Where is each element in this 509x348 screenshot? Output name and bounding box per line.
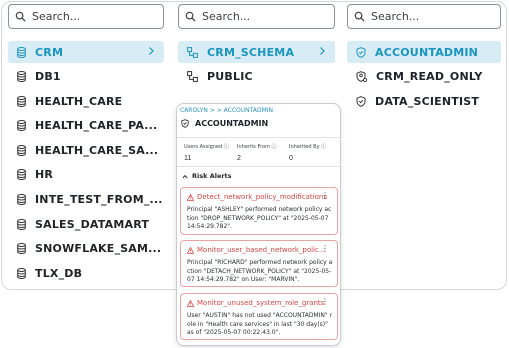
database-item-health-care[interactable]: HEALTH_CARE [8,90,164,112]
chevron-right-icon [320,47,325,55]
search-placeholder: Search... [371,10,420,23]
database-label: HEALTH_CARE [35,94,123,108]
role-label: ACCOUNTADMIN [375,45,479,59]
role-item-data-scientist[interactable]: DATA_SCIENTIST [347,90,501,112]
info-icon: ⓘ [223,144,229,150]
role-details-card: CAROLYN > > ACCOUNTADMIN ACCOUNTADMIN Us… [176,103,341,346]
card-title: ACCOUNTADMIN [195,119,269,128]
database-icon [17,95,26,107]
alert-description: User "AUSTIN" has not used "ACCOUNTADMIN… [187,312,333,336]
schema-item-crm-schema[interactable]: CRM_SCHEMA [178,41,335,63]
role-label: DATA_SCIENTIST [375,94,480,108]
warning-icon [187,193,194,201]
alert-description: Principal "RICHARD" performed network po… [187,259,333,283]
database-item-health-care-sa[interactable]: HEALTH_CARE_SA... [8,139,164,161]
stat-inherits-from: Inherits From ⓘ 2 [237,143,277,162]
shield-icon [181,119,189,128]
database-label: TLX_DB [35,266,83,280]
warning-icon [187,299,194,307]
schema-icon [187,71,198,82]
stat-value: 2 [237,155,241,162]
search-placeholder: Search... [202,10,251,23]
more-options-icon[interactable]: ⋮ [321,298,329,306]
role-search-input[interactable]: Search... [347,4,501,29]
alert-name: Monitor_user_based_network_polic... [197,246,326,254]
search-icon [185,11,196,22]
stat-label: Inherited By [289,144,320,150]
database-label: INTE_TEST_FROM_... [35,193,163,207]
database-item-hr[interactable]: HR [8,164,164,186]
database-icon [17,194,26,206]
schema-label: CRM_SCHEMA [207,45,295,59]
alert-name: Detect_network_policy_modifications [197,193,327,201]
risk-alert[interactable]: Monitor_user_based_network_polic... ⋮ Pr… [180,240,338,287]
schema-label: PUBLIC [207,70,253,84]
database-label: CRM [35,45,64,59]
risk-alerts-toggle[interactable]: Risk Alerts [182,172,232,180]
stat-label: Inherits From [237,144,270,150]
role-item-crm-read-only[interactable]: CRM_READ_ONLY [347,66,501,88]
alert-name: Monitor_unused_system_role_grants [197,299,325,307]
database-search-input[interactable]: Search... [8,4,164,29]
search-icon [15,11,26,22]
search-icon [354,11,365,22]
database-item-crm[interactable]: CRM [8,41,164,63]
database-item-sales-datamart[interactable]: SALES_DATAMART [8,213,164,235]
chevron-up-icon [182,174,188,178]
database-label: HEALTH_CARE_PA... [35,119,158,133]
risk-alert[interactable]: Monitor_unused_system_role_grants ⋮ User… [180,293,338,340]
database-icon [17,71,26,83]
info-icon: ⓘ [321,144,327,150]
breadcrumb[interactable]: CAROLYN > > ACCOUNTADMIN [180,107,273,114]
database-icon [17,218,26,230]
database-label: SALES_DATAMART [35,217,150,231]
schema-icon [187,46,198,58]
database-icon [17,120,26,132]
role-label: CRM_READ_ONLY [376,70,483,84]
database-item-snowflake-sam[interactable]: SNOWFLAKE_SAM... [8,238,164,260]
schema-item-public[interactable]: PUBLIC [178,66,335,88]
shield-icon [356,95,366,107]
schema-search-input[interactable]: Search... [178,4,335,29]
database-icon [17,267,26,279]
database-label: HR [35,168,54,182]
database-label: DB1 [35,70,61,84]
database-item-tlx-db[interactable]: TLX_DB [8,262,164,284]
shield-icon [356,46,366,58]
database-item-health-care-pa[interactable]: HEALTH_CARE_PA... [8,115,164,137]
database-icon [17,243,26,255]
database-icon [17,144,26,156]
stat-value: 11 [184,155,192,162]
warning-icon [187,246,194,254]
database-item-db1[interactable]: DB1 [8,66,164,88]
role-item-accountadmin[interactable]: ACCOUNTADMIN [347,41,501,63]
alert-description: Principal "ASHLEY" performed network pol… [187,206,332,230]
stat-value: 0 [289,155,293,162]
database-icon [17,169,26,181]
card-header: ACCOUNTADMIN [181,119,268,128]
stat-inherited-by: Inherited By ⓘ 0 [289,143,326,162]
more-options-icon[interactable]: ⋮ [321,245,329,253]
database-icon [17,46,26,58]
stat-label: Users Assigned [184,144,223,150]
database-label: SNOWFLAKE_SAM... [35,242,162,256]
divider [177,137,340,138]
divider [177,166,340,167]
risk-alerts-heading: Risk Alerts [192,172,232,180]
chevron-right-icon [149,47,154,55]
more-options-icon[interactable]: ⋮ [321,192,329,200]
info-icon: ⓘ [271,144,277,150]
search-placeholder: Search... [32,10,81,23]
database-item-inte-test[interactable]: INTE_TEST_FROM_... [8,189,164,211]
shield-user-icon [356,71,367,83]
database-label: HEALTH_CARE_SA... [35,143,159,157]
stat-users-assigned: Users Assigned ⓘ 11 [184,143,229,162]
risk-alert[interactable]: Detect_network_policy_modifications ⋮ Pr… [180,187,338,235]
